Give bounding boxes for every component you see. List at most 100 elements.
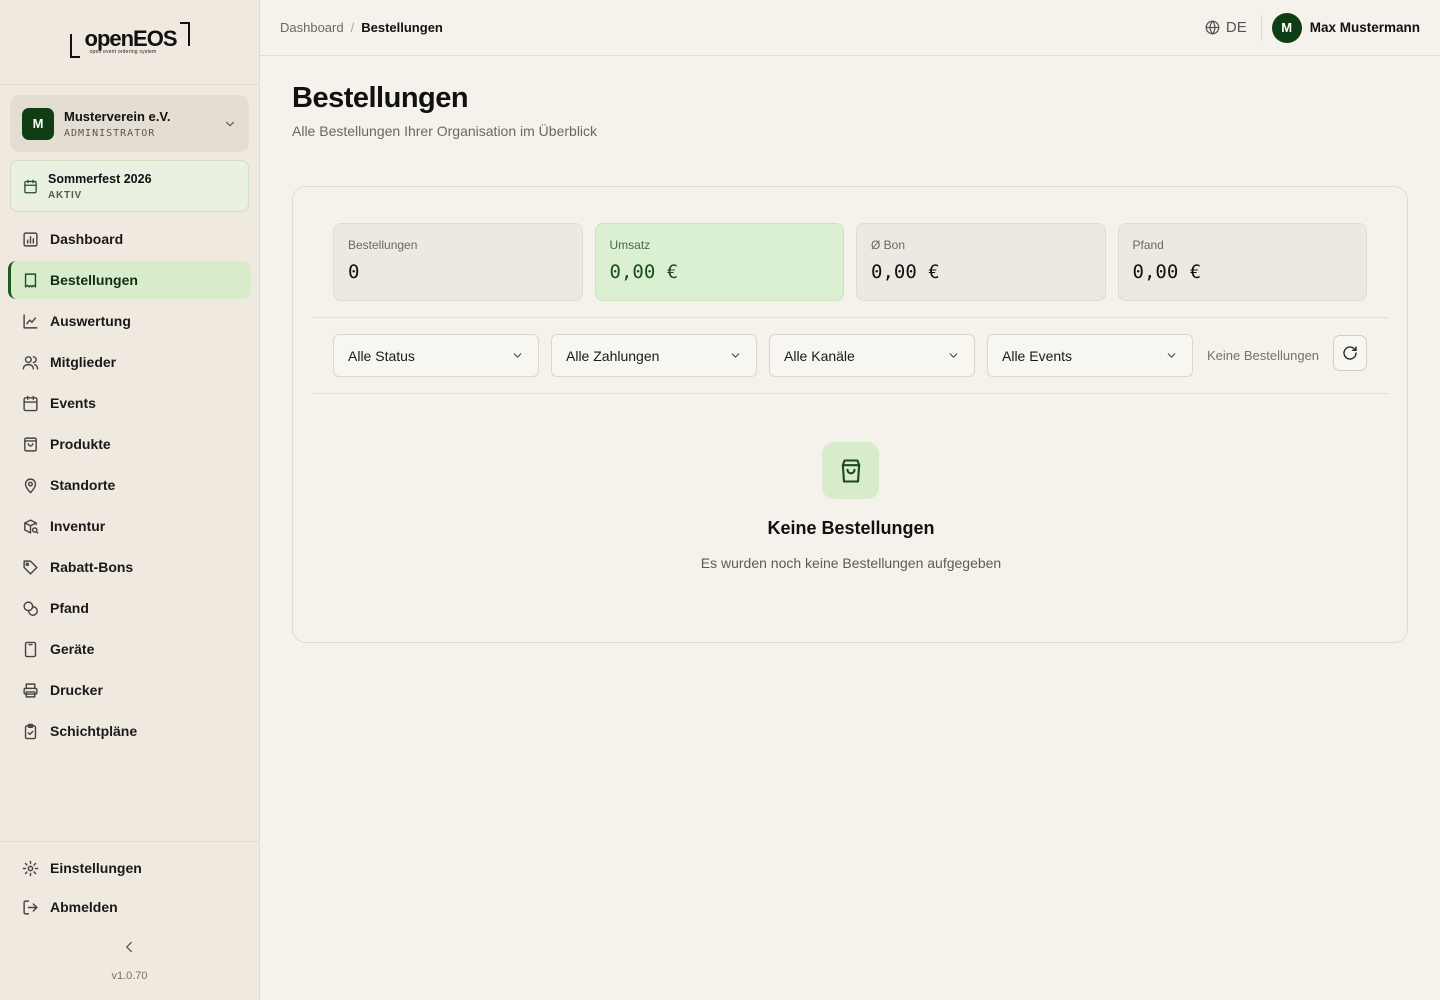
sidebar-item-label: Standorte <box>50 477 116 493</box>
user-name[interactable]: Max Mustermann <box>1310 20 1420 35</box>
sidebar-item-label: Rabatt-Bons <box>50 559 134 575</box>
sidebar-item-label: Auswertung <box>50 313 131 329</box>
breadcrumb-current: Bestellungen <box>361 20 443 35</box>
dashboard-icon <box>23 231 38 247</box>
refresh-button[interactable] <box>1333 335 1367 371</box>
sidebar-item-label: Geräte <box>50 641 95 657</box>
sidebar-item-inventur[interactable]: Inventur <box>8 507 251 545</box>
users-icon <box>22 355 39 370</box>
shopping-bag-icon <box>841 458 860 483</box>
sidebar-item-label: Drucker <box>50 682 103 698</box>
logout-label: Abmelden <box>50 899 118 915</box>
coins-icon <box>23 600 38 616</box>
stat-value: 0 <box>348 261 360 283</box>
sidebar-item-produkte[interactable]: Produkte <box>8 425 251 463</box>
stat-value: 0,00 € <box>871 261 940 283</box>
language-code: DE <box>1225 19 1247 36</box>
receipt-icon <box>24 272 37 288</box>
sidebar-item-label: Produkte <box>50 436 111 452</box>
chevron-down-icon <box>731 353 740 358</box>
sidebar-item-label: Events <box>50 395 96 411</box>
empty-state-text: Es wurden noch keine Bestellungen aufgeg… <box>700 555 1002 571</box>
stat-label: Bestellungen <box>348 238 418 252</box>
breadcrumb-separator: / <box>350 20 355 35</box>
language-switcher[interactable]: DE <box>1205 19 1247 36</box>
stat-label: Umsatz <box>609 238 651 252</box>
sidebar-item-dashboard[interactable]: Dashboard <box>8 220 251 258</box>
sidebar-item-pfand[interactable]: Pfand <box>8 589 251 627</box>
event-filter-select[interactable]: Alle Events <box>987 334 1193 377</box>
gear-icon <box>22 860 39 876</box>
calendar-icon <box>23 395 38 411</box>
collapse-sidebar-icon[interactable] <box>120 938 138 956</box>
sidebar-item-standorte[interactable]: Standorte <box>8 466 251 504</box>
stat-label: Ø Bon <box>871 238 906 252</box>
select-value: Alle Kanäle <box>784 347 855 364</box>
event-status: AKTIV <box>48 189 82 201</box>
sidebar-item-label: Inventur <box>50 518 106 534</box>
refresh-icon <box>1343 346 1357 360</box>
breadcrumb-root[interactable]: Dashboard <box>280 20 344 35</box>
channel-filter-select[interactable]: Alle Kanäle <box>769 334 975 377</box>
select-value: Alle Zahlungen <box>566 347 660 364</box>
sidebar-item-drucker[interactable]: Drucker <box>8 671 251 709</box>
sidebar-item-events[interactable]: Events <box>8 384 251 422</box>
logo-area: openEOS open event ordering system <box>0 0 259 85</box>
chevron-down-icon <box>1167 353 1176 358</box>
tag-icon <box>23 559 38 575</box>
sidebar-nav: Dashboard Bestellungen Auswertung Mitgli… <box>8 220 251 753</box>
sidebar-item-label: Schichtpläne <box>50 723 138 739</box>
organization-switcher[interactable]: M Musterverein e.V. ADMINISTRATOR <box>10 95 249 152</box>
map-pin-icon <box>24 477 37 493</box>
empty-state-title: Keine Bestellungen <box>767 518 935 538</box>
organization-name: Musterverein e.V. <box>64 108 171 124</box>
stat-card-deposit: Pfand 0,00 € <box>1117 223 1367 301</box>
shopping-bag-icon <box>24 436 37 452</box>
stat-value: 0,00 € <box>1132 261 1202 283</box>
top-divider <box>1260 14 1262 41</box>
sidebar-item-auswertung[interactable]: Auswertung <box>8 302 251 340</box>
stat-card-orders: Bestellungen 0 <box>333 223 583 301</box>
organization-avatar: M <box>22 107 54 140</box>
select-value: Alle Status <box>348 347 415 364</box>
empty-state-icon-box <box>822 442 879 499</box>
payment-filter-select[interactable]: Alle Zahlungen <box>551 334 757 377</box>
user-avatar[interactable]: M <box>1271 12 1302 43</box>
globe-icon <box>1205 20 1220 35</box>
logo-bracket-left <box>69 34 80 58</box>
logo-tagline: open event ordering system <box>89 49 157 55</box>
sidebar-item-schichtplaene[interactable]: Schichtpläne <box>8 712 251 750</box>
sidebar-item-einstellungen[interactable]: Einstellungen <box>8 850 251 886</box>
tablet-icon <box>24 641 37 657</box>
status-filter-select[interactable]: Alle Status <box>333 334 539 377</box>
stat-label: Pfand <box>1132 238 1164 252</box>
sidebar-item-mitglieder[interactable]: Mitglieder <box>8 343 251 381</box>
filter-bar: Alle Status Alle Zahlungen Alle Kanäle A… <box>313 317 1388 394</box>
order-count-text: Keine Bestellungen <box>1207 348 1320 363</box>
sidebar-item-label: Bestellungen <box>50 272 138 288</box>
sidebar-item-geraete[interactable]: Geräte <box>8 630 251 668</box>
active-event-card[interactable]: Sommerfest 2026 AKTIV <box>10 160 249 212</box>
sidebar-item-rabatt-bons[interactable]: Rabatt-Bons <box>8 548 251 586</box>
settings-label: Einstellungen <box>50 860 142 876</box>
line-chart-icon <box>23 313 38 329</box>
stat-card-revenue: Umsatz 0,00 € <box>594 223 844 301</box>
organization-role: ADMINISTRATOR <box>64 127 156 139</box>
calendar-icon <box>24 179 37 193</box>
orders-panel: Bestellungen 0 Umsatz 0,00 € Ø Bon 0,00 … <box>292 186 1408 643</box>
sidebar-item-label: Dashboard <box>50 231 124 247</box>
stat-value: 0,00 € <box>609 261 679 283</box>
stat-card-average-receipt: Ø Bon 0,00 € <box>856 223 1106 301</box>
page-subtitle: Alle Bestellungen Ihrer Organisation im … <box>292 123 598 139</box>
logout-icon <box>23 899 38 915</box>
sidebar-item-abmelden[interactable]: Abmelden <box>8 889 251 925</box>
openeos-logo[interactable]: openEOS open event ordering system <box>69 22 190 62</box>
sidebar-item-label: Mitglieder <box>50 354 117 370</box>
chevron-down-icon <box>949 353 958 358</box>
sidebar-item-label: Pfand <box>50 600 89 616</box>
app-version: v1.0.70 <box>111 970 148 982</box>
sidebar-footer: Einstellungen Abmelden <box>0 841 259 928</box>
page-title: Bestellungen <box>292 82 469 114</box>
sidebar-item-bestellungen[interactable]: Bestellungen <box>8 261 251 299</box>
logo-bracket-right <box>179 22 190 46</box>
